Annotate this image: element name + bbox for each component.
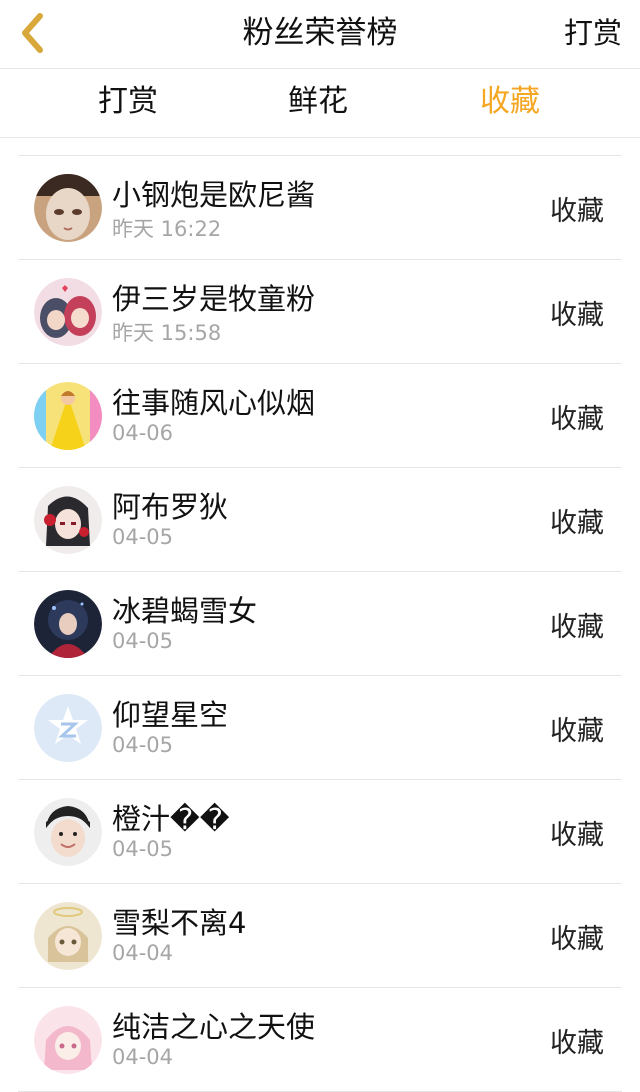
timestamp: 昨天 16:22 xyxy=(112,217,222,241)
favorite-label: 收藏 xyxy=(550,1028,604,1059)
page-title: 粉丝荣誉榜 xyxy=(242,15,398,51)
favorite-label: 收藏 xyxy=(550,924,604,955)
tab-favorites[interactable]: 收藏 xyxy=(430,69,590,137)
avatar[interactable] xyxy=(34,590,102,658)
user-name: 往事随风心似烟 xyxy=(112,386,316,420)
list-item[interactable]: 雪梨不离4 04-04 收藏 xyxy=(18,884,622,988)
fan-list: 小钢炮是欧尼酱 昨天 16:22 收藏 伊三岁是牧童粉 昨天 15:58 收藏 xyxy=(18,155,622,1092)
favorite-label: 收藏 xyxy=(550,612,604,643)
favorite-label: 收藏 xyxy=(550,196,604,227)
tab-flowers[interactable]: 鲜花 xyxy=(238,69,398,137)
user-name: 阿布罗狄 xyxy=(112,490,229,524)
user-name: 纯洁之心之天使 xyxy=(112,1010,316,1044)
list-item[interactable]: 橙汁�� 04-05 收藏 xyxy=(18,780,622,884)
user-name: 小钢炮是欧尼酱 xyxy=(112,178,316,212)
avatar[interactable] xyxy=(34,694,102,762)
timestamp: 04-06 xyxy=(112,421,174,445)
list-item[interactable]: 阿布罗狄 04-05 收藏 xyxy=(18,468,622,572)
timestamp: 04-05 xyxy=(112,525,174,549)
favorite-label: 收藏 xyxy=(550,820,604,851)
list-item[interactable]: 纯洁之心之天使 04-04 收藏 xyxy=(18,988,622,1092)
favorite-label: 收藏 xyxy=(550,300,604,331)
timestamp: 04-05 xyxy=(112,733,174,757)
timestamp: 04-04 xyxy=(112,941,174,965)
reward-button[interactable]: 打赏 xyxy=(564,0,622,68)
favorite-label: 收藏 xyxy=(550,508,604,539)
user-name: 伊三岁是牧童粉 xyxy=(112,282,316,316)
list-item[interactable]: 冰碧蝎雪女 04-05 收藏 xyxy=(18,572,622,676)
user-name: 橙汁�� xyxy=(112,802,230,836)
avatar[interactable] xyxy=(34,1006,102,1074)
timestamp: 昨天 15:58 xyxy=(112,321,222,345)
list-item[interactable]: 仰望星空 04-05 收藏 xyxy=(18,676,622,780)
avatar[interactable] xyxy=(34,902,102,970)
avatar[interactable] xyxy=(34,798,102,866)
top-bar: 粉丝荣誉榜 打赏 xyxy=(0,0,640,69)
timestamp: 04-05 xyxy=(112,837,174,861)
tab-bar: 打赏 鲜花 收藏 xyxy=(0,69,640,138)
favorite-label: 收藏 xyxy=(550,404,604,435)
avatar[interactable] xyxy=(34,278,102,346)
user-name: 冰碧蝎雪女 xyxy=(112,594,258,628)
timestamp: 04-04 xyxy=(112,1045,174,1069)
list-item[interactable]: 小钢炮是欧尼酱 昨天 16:22 收藏 xyxy=(18,156,622,260)
tab-reward[interactable]: 打赏 xyxy=(48,69,208,137)
avatar[interactable] xyxy=(34,174,102,242)
timestamp: 04-05 xyxy=(112,629,174,653)
user-name: 仰望星空 xyxy=(112,698,229,732)
avatar[interactable] xyxy=(34,382,102,450)
avatar[interactable] xyxy=(34,486,102,554)
favorite-label: 收藏 xyxy=(550,716,604,747)
list-item[interactable]: 往事随风心似烟 04-06 收藏 xyxy=(18,364,622,468)
list-item[interactable]: 伊三岁是牧童粉 昨天 15:58 收藏 xyxy=(18,260,622,364)
user-name: 雪梨不离4 xyxy=(112,906,247,940)
